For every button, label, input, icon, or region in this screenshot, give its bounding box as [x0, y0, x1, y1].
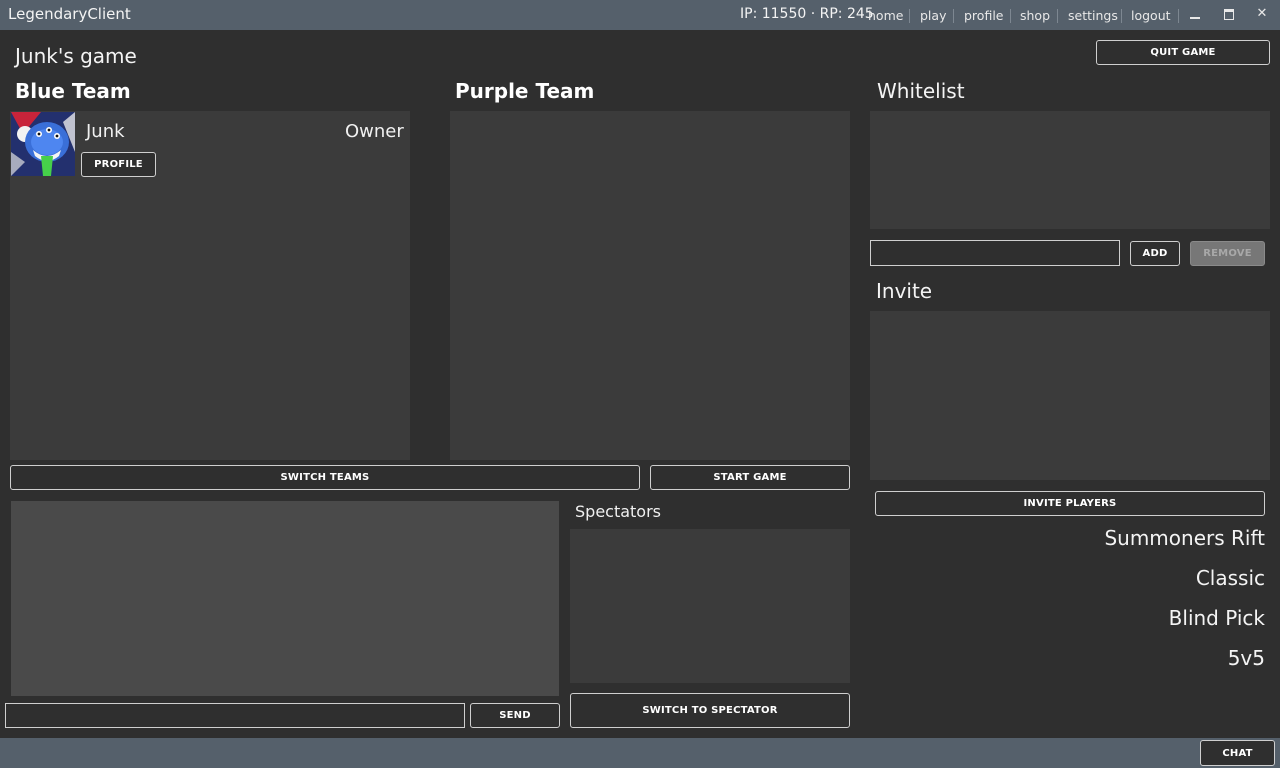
quit-game-button[interactable]: QUIT GAME [1096, 40, 1270, 65]
summoner-avatar [11, 112, 75, 176]
start-game-button[interactable]: START GAME [650, 465, 850, 490]
chat-input[interactable] [5, 703, 465, 728]
nav-separator [1057, 9, 1058, 23]
nav-separator [909, 9, 910, 23]
nav-separator [953, 9, 954, 23]
nav-play[interactable]: play [920, 8, 946, 23]
footer-bar [0, 738, 1280, 768]
close-icon[interactable]: ✕ [1254, 6, 1270, 24]
maximize-icon[interactable] [1221, 6, 1237, 24]
purple-team-title: Purple Team [455, 79, 595, 103]
purple-team-panel [450, 111, 850, 460]
lobby-title: Junk's game [15, 44, 137, 68]
game-mode: Classic [1195, 566, 1265, 590]
nav-home[interactable]: home [868, 8, 903, 23]
currency-display: IP: 11550 · RP: 245 [740, 6, 874, 22]
profile-button[interactable]: PROFILE [81, 152, 156, 177]
minimize-icon[interactable] [1187, 6, 1203, 24]
nav-logout[interactable]: logout [1131, 8, 1171, 23]
invite-title: Invite [876, 279, 933, 303]
nav-separator [1178, 9, 1179, 23]
player-role: Owner [345, 121, 404, 142]
nav-separator [1121, 9, 1122, 23]
chat-button[interactable]: CHAT [1200, 740, 1275, 766]
whitelist-title: Whitelist [877, 79, 965, 103]
nav-settings[interactable]: settings [1068, 8, 1118, 23]
remove-button[interactable]: REMOVE [1190, 241, 1265, 266]
whitelist-panel [870, 111, 1270, 229]
game-team-size: 5v5 [1227, 646, 1265, 670]
send-button[interactable]: SEND [470, 703, 560, 728]
nav-shop[interactable]: shop [1020, 8, 1050, 23]
spectators-panel [570, 529, 850, 683]
avatar-icon [11, 112, 75, 176]
whitelist-input[interactable] [870, 240, 1120, 266]
chat-log [11, 501, 559, 696]
switch-to-spectator-button[interactable]: SWITCH TO SPECTATOR [570, 693, 850, 728]
nav-separator [1010, 9, 1011, 23]
add-button[interactable]: ADD [1130, 241, 1180, 266]
invite-players-button[interactable]: INVITE PLAYERS [875, 491, 1265, 516]
player-name: Junk [86, 121, 125, 142]
game-map: Summoners Rift [1104, 526, 1265, 550]
invite-panel [870, 311, 1270, 480]
nav-profile[interactable]: profile [964, 8, 1003, 23]
game-pick-type: Blind Pick [1168, 606, 1265, 630]
switch-teams-button[interactable]: SWITCH TEAMS [10, 465, 640, 490]
blue-team-title: Blue Team [15, 79, 131, 103]
spectators-title: Spectators [575, 502, 662, 521]
app-title: LegendaryClient [8, 5, 131, 23]
